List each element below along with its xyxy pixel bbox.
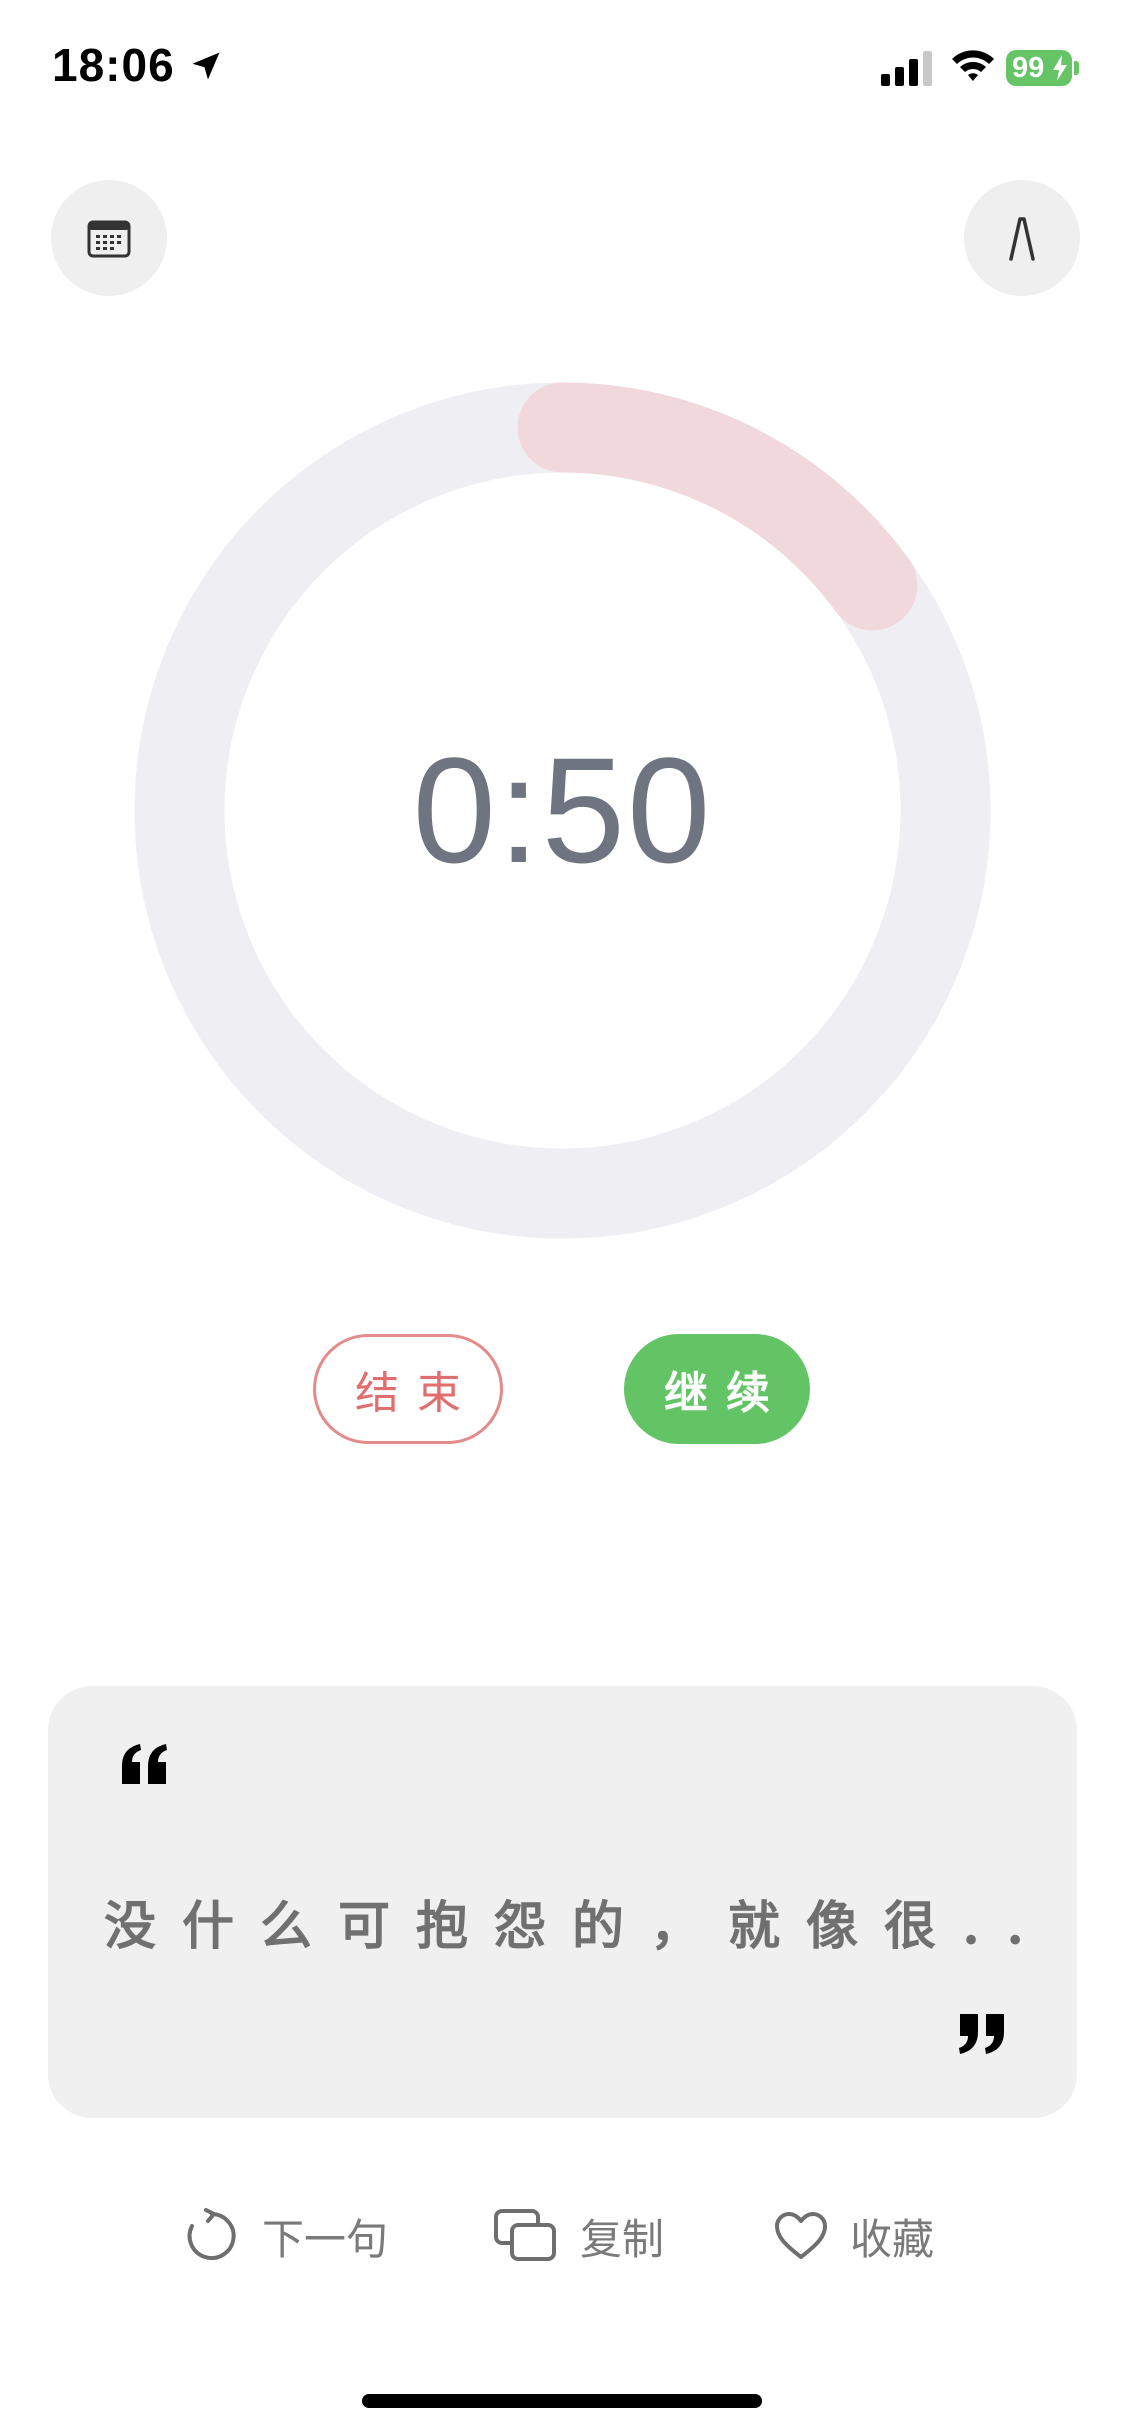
favorite-button[interactable]: 收藏 xyxy=(774,2196,934,2276)
copy-button[interactable]: 复制 xyxy=(494,2196,664,2276)
favorite-label: 收藏 xyxy=(850,2214,935,2264)
close-quote-icon xyxy=(959,2014,1004,2054)
calendar-button[interactable] xyxy=(51,180,167,296)
open-quote-icon xyxy=(122,1744,167,1784)
quote-text: 没什么可抱怨的，就像很... xyxy=(104,1896,1044,1957)
charging-bolt-icon xyxy=(1053,55,1067,81)
next-quote-label: 下一句 xyxy=(262,2214,389,2264)
font-icon xyxy=(1009,217,1035,261)
end-button[interactable]: 结束 xyxy=(313,1334,503,1444)
copy-icon xyxy=(494,2209,556,2261)
refresh-icon xyxy=(187,2208,236,2260)
quote-actions: 下一句 复制 收藏 xyxy=(0,2196,1125,2276)
copy-label: 复制 xyxy=(580,2214,665,2264)
next-quote-button[interactable]: 下一句 xyxy=(184,2196,388,2276)
font-button[interactable] xyxy=(964,180,1080,296)
home-indicator xyxy=(362,2394,762,2408)
status-bar: 18:06 99 xyxy=(0,0,1125,140)
heart-icon xyxy=(775,2212,827,2259)
continue-button[interactable]: 继续 xyxy=(624,1334,810,1444)
calendar-icon xyxy=(87,220,131,258)
cellular-signal-icon xyxy=(881,51,932,86)
status-time: 18:06 xyxy=(52,39,175,91)
battery-level: 99 xyxy=(1012,52,1045,84)
timer-ring: 0:50 xyxy=(134,382,991,1239)
battery-cap xyxy=(1074,61,1079,75)
quote-card: 没什么可抱怨的，就像很... xyxy=(48,1686,1077,2118)
timer-display: 0:50 xyxy=(412,726,713,894)
wifi-icon xyxy=(952,50,994,81)
location-arrow-icon xyxy=(192,52,220,80)
